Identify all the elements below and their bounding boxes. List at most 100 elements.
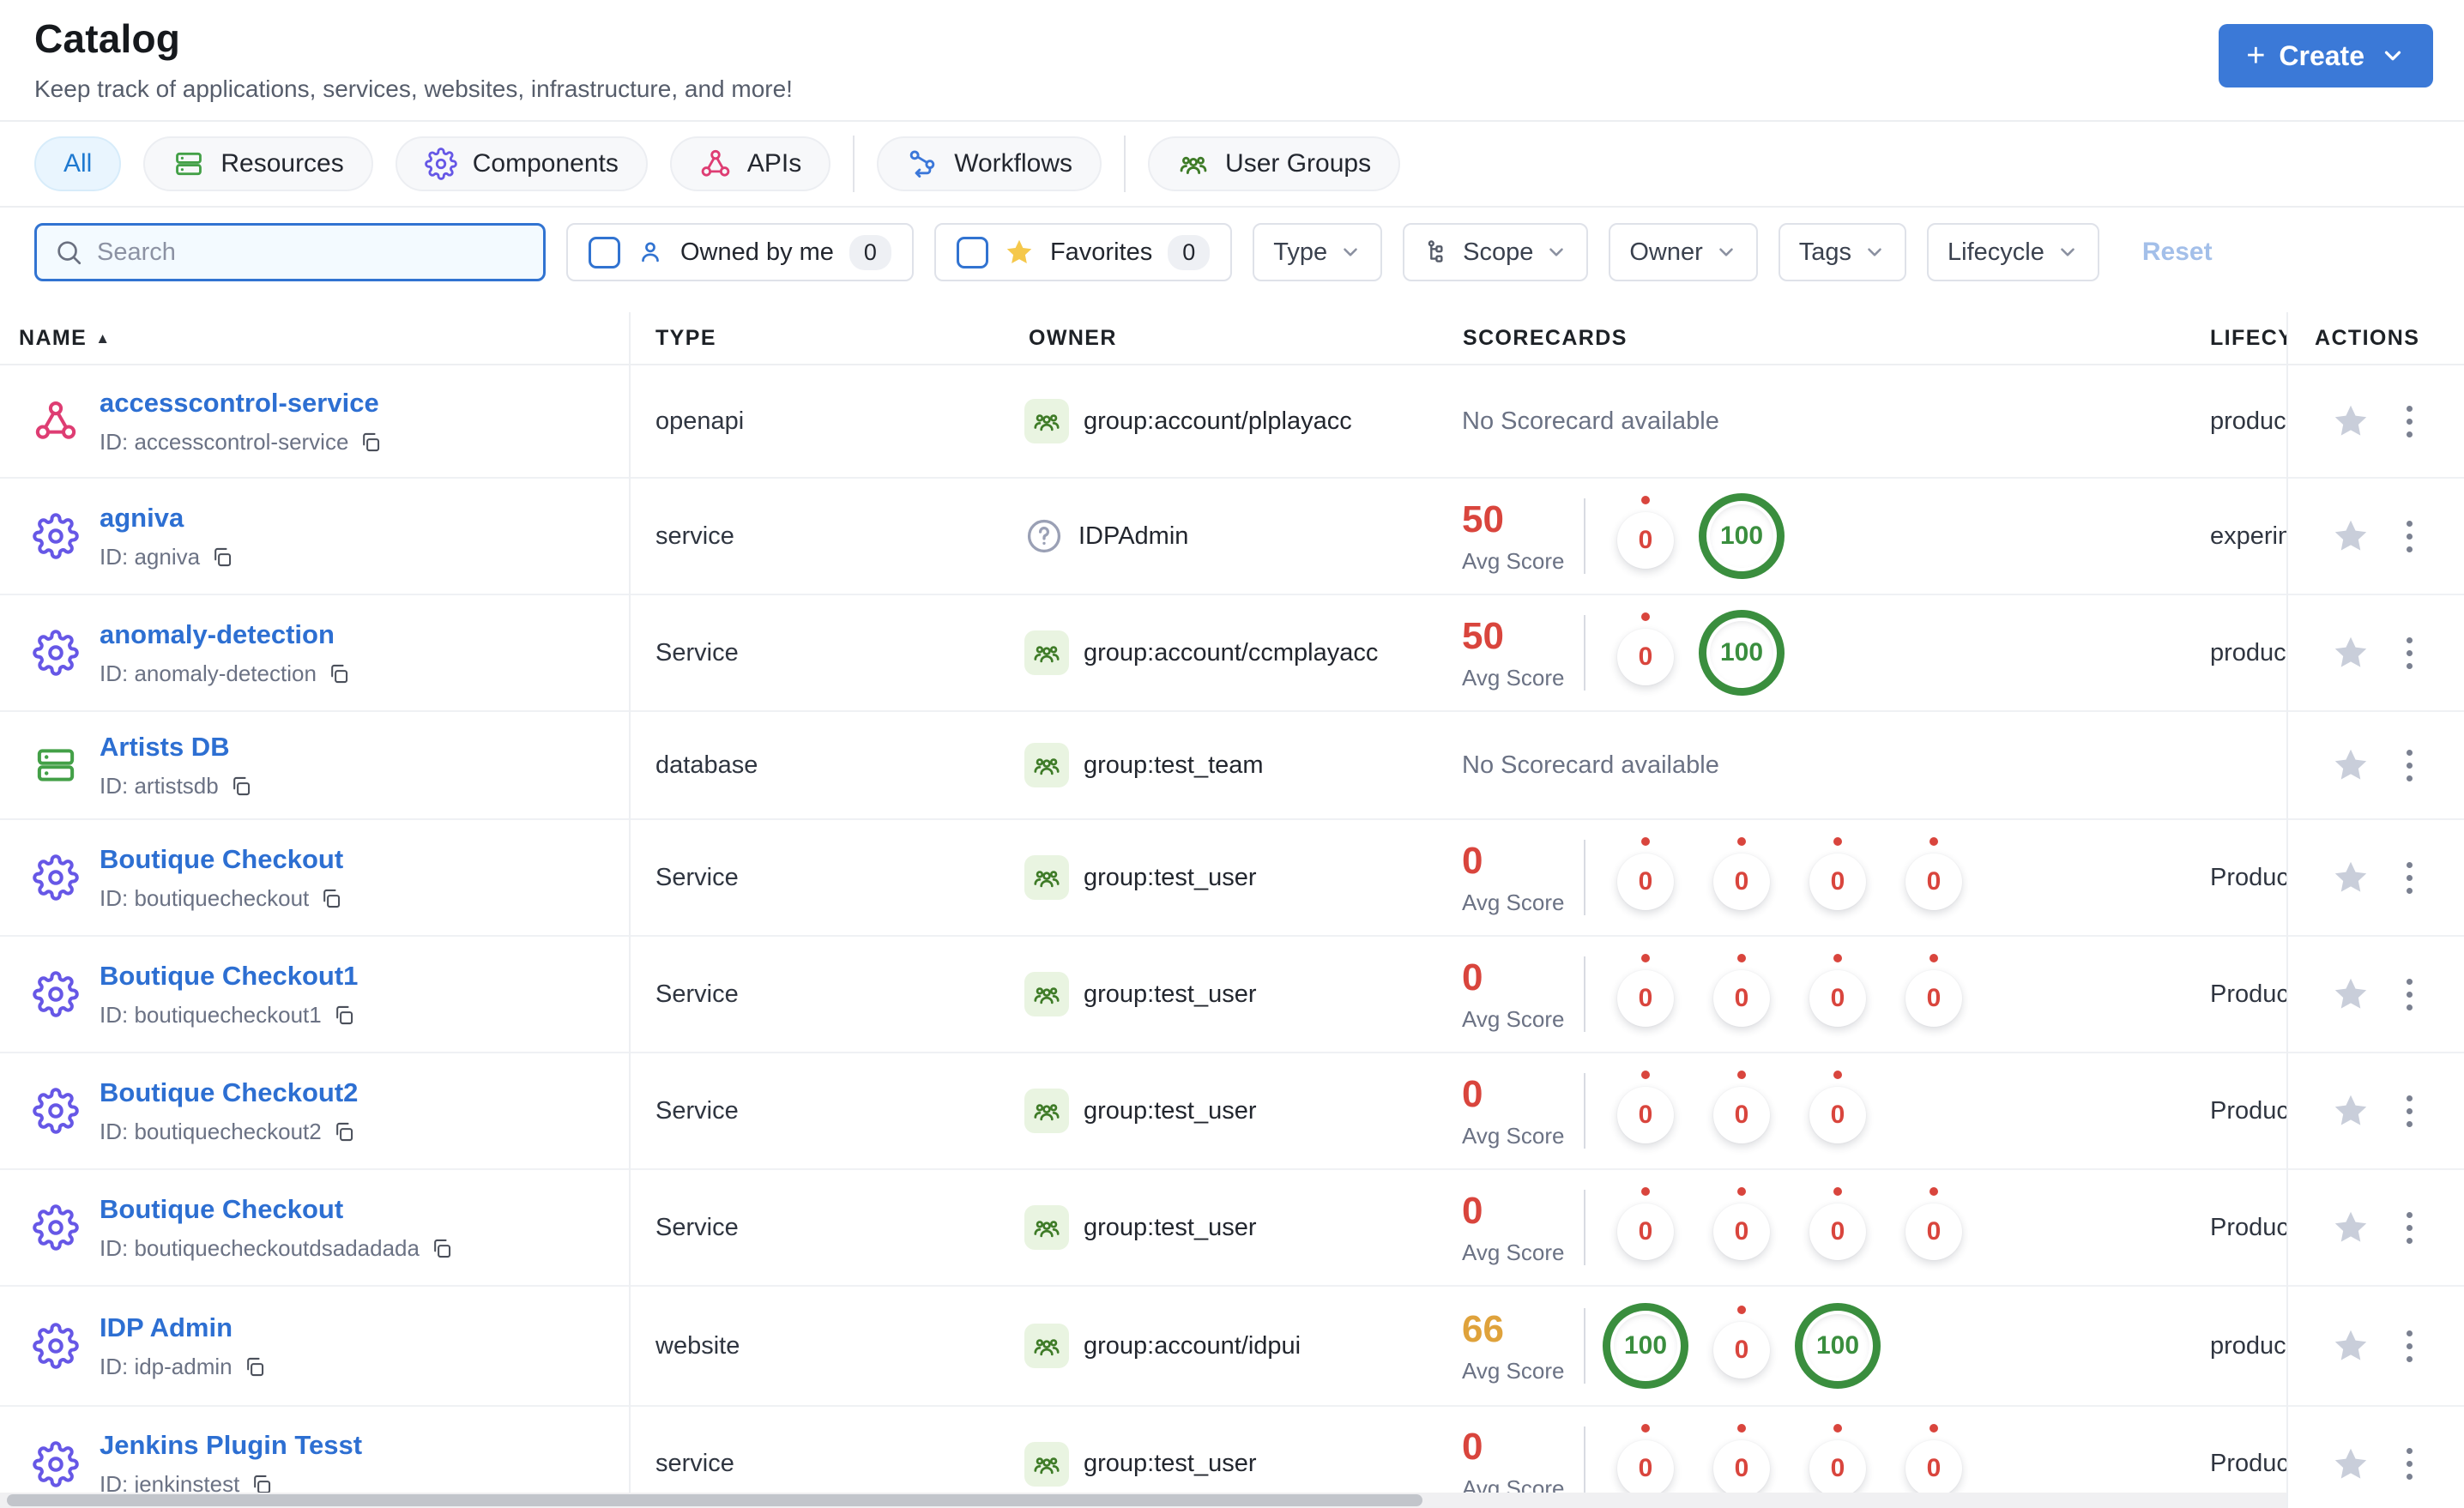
owned-by-me-checkbox[interactable] [589, 236, 620, 268]
row-menu-button[interactable] [2401, 516, 2418, 558]
owner-label: group:test_user [1084, 863, 1257, 891]
tab-apis[interactable]: APIs [669, 136, 831, 191]
row-menu-button[interactable] [2401, 1090, 2418, 1132]
scorecard-slot: 0 [1790, 962, 1886, 1027]
tab-components[interactable]: Components [395, 136, 648, 191]
entity-name-link[interactable]: Jenkins Plugin Tesst [100, 1430, 362, 1461]
copy-id-button[interactable] [359, 431, 382, 454]
scorecard-check[interactable]: 0 [1809, 1087, 1866, 1143]
favorite-star-button[interactable] [2331, 633, 2370, 673]
copy-id-button[interactable] [332, 1120, 355, 1143]
scorecard-check[interactable]: 0 [1713, 1203, 1770, 1260]
scorecard-check[interactable]: 0 [1617, 970, 1674, 1027]
avg-score-value: 0 [1462, 956, 1483, 998]
entity-name-link[interactable]: Boutique Checkout [100, 1194, 453, 1225]
entity-name-link[interactable]: agniva [100, 503, 233, 534]
owned-by-me-filter[interactable]: Owned by me 0 [566, 223, 914, 281]
table-row: Boutique Checkout2 ID: boutiquecheckout2 S… [0, 1053, 2464, 1170]
tab-resources[interactable]: Resources [143, 136, 373, 191]
scorecard-check[interactable]: 0 [1617, 1439, 1674, 1497]
scorecard-check[interactable]: 0 [1809, 1439, 1866, 1497]
favorite-star-button[interactable] [2331, 745, 2370, 785]
favorites-checkbox[interactable] [956, 236, 988, 268]
entity-name-link[interactable]: Artists DB [100, 732, 252, 763]
avg-score-value: 50 [1462, 614, 1504, 657]
search-field[interactable] [97, 238, 526, 267]
cell-name: Boutique Checkout ID: boutiquecheckout [0, 844, 629, 912]
column-header-name[interactable]: NAME ▲ [0, 326, 629, 351]
scorecard-check[interactable]: 0 [1713, 1439, 1770, 1497]
row-menu-button[interactable] [2401, 974, 2418, 1016]
entity-name-link[interactable]: Boutique Checkout2 [100, 1077, 358, 1108]
cell-scorecards: 50 Avg Score 0 100 [1458, 610, 2196, 696]
scorecard-check[interactable]: 0 [1905, 970, 1962, 1027]
favorite-star-button[interactable] [2331, 1445, 2370, 1484]
scope-dropdown[interactable]: Scope [1403, 223, 1589, 281]
avg-score-label: Avg Score [1462, 1122, 1565, 1149]
tab-user-groups[interactable]: User Groups [1148, 136, 1401, 191]
scorecard-check[interactable]: 0 [1713, 1087, 1770, 1143]
entity-name-link[interactable]: accesscontrol-service [100, 388, 382, 419]
horizontal-scrollbar-thumb[interactable] [7, 1494, 1422, 1506]
copy-id-button[interactable] [332, 1004, 355, 1027]
entity-name-link[interactable]: IDP Admin [100, 1312, 266, 1343]
scorecard-check[interactable]: 0 [1809, 970, 1866, 1027]
scorecard-check[interactable]: 0 [1617, 512, 1674, 569]
favorites-filter[interactable]: Favorites 0 [933, 223, 1233, 281]
copy-id-button[interactable] [210, 546, 233, 569]
scorecard-check[interactable]: 0 [1713, 854, 1770, 910]
row-menu-button[interactable] [2401, 632, 2418, 674]
scorecard-check[interactable]: 0 [1617, 1087, 1674, 1143]
scorecard-check[interactable]: 0 [1905, 1203, 1962, 1260]
create-button[interactable]: + Create [2219, 24, 2433, 87]
tags-dropdown[interactable]: Tags [1778, 223, 1907, 281]
favorite-star-button[interactable] [2331, 1326, 2370, 1366]
row-menu-button[interactable] [2401, 1325, 2418, 1367]
scorecard-check[interactable]: 100 [1699, 610, 1785, 696]
entity-name-link[interactable]: Boutique Checkout1 [100, 961, 358, 992]
scorecard-check[interactable]: 0 [1713, 1322, 1770, 1378]
scorecard-check[interactable]: 0 [1905, 1439, 1962, 1497]
row-menu-button[interactable] [2401, 1443, 2418, 1485]
copy-id-button[interactable] [319, 887, 342, 910]
scorecard-check[interactable]: 0 [1809, 1203, 1866, 1260]
page-subtitle: Keep track of applications, services, we… [34, 75, 793, 102]
scorecard-check[interactable]: 100 [1795, 1303, 1881, 1389]
owner-dropdown[interactable]: Owner [1609, 223, 1758, 281]
person-icon [636, 238, 665, 267]
favorite-star-button[interactable] [2331, 516, 2370, 556]
scorecard-check[interactable]: 0 [1617, 629, 1674, 685]
row-menu-button[interactable] [2401, 857, 2418, 899]
entity-name-block: agniva ID: agniva [100, 503, 233, 570]
search-input[interactable] [34, 223, 546, 281]
horizontal-scrollbar-track[interactable] [0, 1493, 2286, 1508]
scorecard-check[interactable]: 100 [1603, 1303, 1688, 1389]
favorite-star-button[interactable] [2331, 1208, 2370, 1247]
tab-all[interactable]: All [34, 136, 122, 191]
lifecycle-dropdown[interactable]: Lifecycle [1927, 223, 2099, 281]
scorecard-check[interactable]: 0 [1905, 854, 1962, 910]
tab-workflows[interactable]: Workflows [877, 136, 1102, 191]
copy-id-button[interactable] [430, 1237, 453, 1260]
scorecard-slot: 0 [1694, 1078, 1790, 1143]
scorecard-check[interactable]: 0 [1617, 854, 1674, 910]
scorecard-check[interactable]: 100 [1699, 493, 1785, 579]
row-menu-button[interactable] [2401, 401, 2418, 443]
scorecard-check[interactable]: 0 [1809, 854, 1866, 910]
type-dropdown[interactable]: Type [1253, 223, 1383, 281]
avg-score-label: Avg Score [1462, 889, 1565, 915]
copy-id-button[interactable] [327, 662, 350, 685]
copy-id-button[interactable] [229, 775, 252, 798]
favorite-star-button[interactable] [2331, 858, 2370, 897]
favorite-star-button[interactable] [2331, 1091, 2370, 1131]
favorite-star-button[interactable] [2331, 974, 2370, 1014]
row-menu-button[interactable] [2401, 1207, 2418, 1249]
copy-id-button[interactable] [243, 1355, 266, 1378]
scorecard-check[interactable]: 0 [1713, 970, 1770, 1027]
row-menu-button[interactable] [2401, 745, 2418, 787]
scorecard-check[interactable]: 0 [1617, 1203, 1674, 1260]
reset-filters-link[interactable]: Reset [2142, 238, 2213, 267]
entity-name-link[interactable]: Boutique Checkout [100, 844, 343, 875]
favorite-star-button[interactable] [2331, 401, 2370, 441]
entity-name-link[interactable]: anomaly-detection [100, 619, 350, 650]
